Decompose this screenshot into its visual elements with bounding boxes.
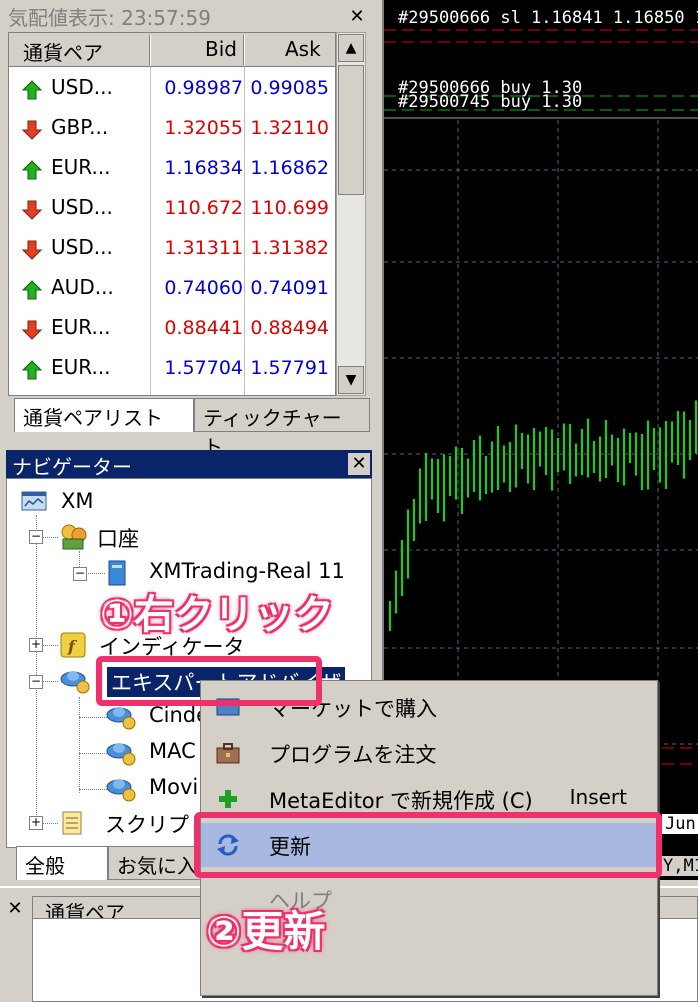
col-ask-header[interactable]: Ask <box>285 37 321 61</box>
expand-icon[interactable]: + <box>29 816 43 830</box>
symbol-cell: AUD... <box>51 275 114 299</box>
symbol-cell: USD... <box>51 235 113 259</box>
highlight-refresh-box <box>194 812 662 878</box>
collapse-icon[interactable]: − <box>29 675 43 689</box>
arrow-up-icon <box>21 360 43 380</box>
chart-tab-label[interactable]: Y,M1 <box>660 856 698 876</box>
bid-cell: 1.31311 <box>164 237 243 259</box>
tab-favorites[interactable]: お気に入 <box>108 846 208 880</box>
ask-cell: 1.57791 <box>250 357 329 379</box>
col-bid-header[interactable]: Bid <box>205 37 237 61</box>
arrow-up-icon <box>21 160 43 180</box>
bid-cell: 0.88441 <box>164 317 243 339</box>
collapse-icon[interactable]: − <box>29 530 43 544</box>
symbol-cell: EUR... <box>51 155 111 179</box>
market-watch-table: 通貨ペア Bid Ask USD... 0.98987 0.99085 GBP... 1… <box>8 32 336 396</box>
symbol-cell: USD... <box>51 195 113 219</box>
table-row[interactable]: AUD... 0.74060 0.74091 <box>9 269 335 309</box>
expand-icon[interactable]: − <box>73 567 87 581</box>
bid-cell: 110.672 <box>164 197 243 219</box>
plus-icon <box>219 790 237 808</box>
bid-cell: 0.98987 <box>164 77 243 99</box>
bid-cell: 1.32055 <box>164 117 243 139</box>
ask-cell: 1.16862 <box>250 157 329 179</box>
ask-cell: 1.31382 <box>250 237 329 259</box>
menu-label: MetaEditor で新規作成 (C) <box>269 789 533 813</box>
ask-cell: 0.88494 <box>250 317 329 339</box>
highlight-experts-box <box>96 656 322 706</box>
tab-tick-chart[interactable]: ティックチャート <box>194 398 370 459</box>
table-row[interactable]: USD... 1.31311 1.31382 <box>9 229 335 269</box>
bid-cell: 1.16834 <box>164 157 243 179</box>
ask-cell: 1.32110 <box>250 117 329 139</box>
menu-item-order-program[interactable]: プログラムを注文 <box>201 731 657 775</box>
briefcase-icon <box>216 743 240 764</box>
chart-date-label: Jun <box>662 814 698 834</box>
menu-shortcut: Insert <box>569 785 627 809</box>
scroll-thumb[interactable] <box>338 65 364 195</box>
market-watch-scrollbar[interactable]: ▲ ▼ <box>336 32 366 396</box>
expert-advisor-icon <box>106 743 136 766</box>
table-row[interactable]: USD... 110.672 110.699 <box>9 189 335 229</box>
expert-advisor-icon <box>106 707 136 730</box>
navigator-close-icon[interactable]: ✕ <box>348 453 370 475</box>
order-label: #29500745 buy 1.30 <box>398 92 583 112</box>
arrow-down-icon <box>21 120 43 140</box>
tree-label-accounts: 口座 <box>97 527 139 551</box>
scroll-up-icon[interactable]: ▲ <box>338 34 364 62</box>
market-watch-header: 通貨ペア Bid Ask <box>9 33 335 67</box>
terminal-icon <box>21 491 47 511</box>
tab-symbol-list[interactable]: 通貨ペアリスト <box>14 398 194 432</box>
expert-advisor-icon <box>106 779 136 802</box>
tree-label-server: XMTrading-Real 11 <box>149 559 345 583</box>
scroll-down-icon[interactable]: ▼ <box>338 366 364 394</box>
indicator-icon: f <box>60 632 86 658</box>
symbol-cell: EUR... <box>51 315 111 339</box>
annotation-step1: ①右クリック <box>100 592 334 638</box>
symbol-cell: USD... <box>51 75 113 99</box>
arrow-up-icon <box>21 280 43 300</box>
bid-cell: 0.74060 <box>164 277 243 299</box>
arrow-down-icon <box>21 200 43 220</box>
symbol-cell: EUR... <box>51 355 111 379</box>
col-symbol-header[interactable]: 通貨ペア <box>23 37 103 66</box>
table-row[interactable]: EUR... 1.16834 1.16862 <box>9 149 335 189</box>
menu-label: プログラムを注文 <box>269 743 437 767</box>
ask-cell: 110.699 <box>250 197 329 219</box>
arrow-up-icon <box>21 80 43 100</box>
terminal-close-icon[interactable]: ✕ <box>4 898 26 920</box>
expand-icon[interactable]: + <box>29 638 43 652</box>
symbol-cell: GBP... <box>51 115 109 139</box>
annotation-step2: ②更新 <box>206 907 326 956</box>
market-watch-close-icon[interactable]: ✕ <box>346 6 368 28</box>
chart-header-text: #29500666 sl 1.16841 1.16850 1.1 <box>398 8 698 28</box>
market-watch-panel: 気配値表示: 23:57:59 ✕ 通貨ペア Bid Ask USD... 0.9… <box>0 0 378 459</box>
ask-cell: 0.99085 <box>250 77 329 99</box>
table-row[interactable]: USD... 0.98987 0.99085 <box>9 69 335 109</box>
scripts-icon <box>62 811 82 835</box>
bid-cell: 1.57704 <box>164 357 243 379</box>
table-row[interactable]: EUR... 0.88441 0.88494 <box>9 309 335 349</box>
ask-cell: 0.74091 <box>250 277 329 299</box>
tab-common[interactable]: 全般 <box>16 846 108 880</box>
navigator-title: ナビゲーター <box>6 450 372 479</box>
tree-label-xm: XM <box>61 489 94 513</box>
arrow-down-icon <box>21 320 43 340</box>
accounts-icon <box>61 524 87 550</box>
market-watch-title: 気配値表示: 23:57:59 <box>0 0 372 32</box>
table-row[interactable]: GBP... 1.32055 1.32110 <box>9 109 335 149</box>
tree-label-ea: MAC <box>149 739 196 763</box>
arrow-down-icon <box>21 240 43 260</box>
expert-advisor-icon <box>60 671 90 694</box>
navigator-title-text: ナビゲーター <box>12 455 132 479</box>
table-row[interactable]: EUR... 1.57704 1.57791 <box>9 349 335 389</box>
